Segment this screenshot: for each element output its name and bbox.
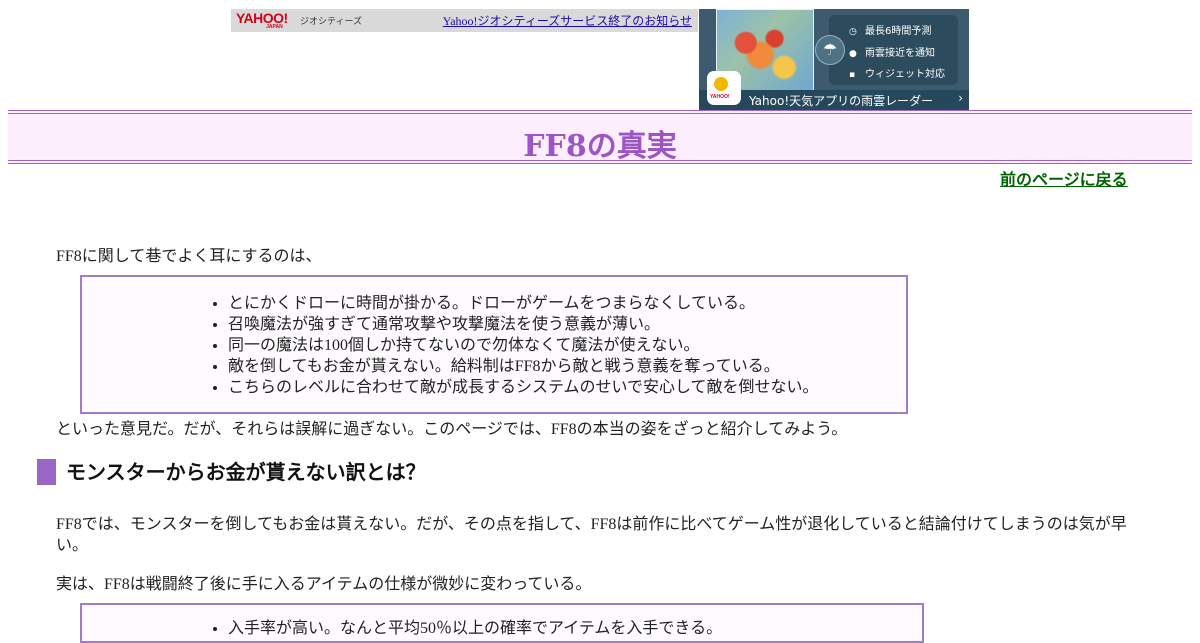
- title-band: FF8の真実: [8, 110, 1192, 164]
- section-heading-bar: [37, 459, 56, 485]
- app-icon-tag: YAHOO!: [710, 94, 730, 100]
- list-item: 敵を倒してもお金が貰えない。給料制はFF8から敵と戦う意義を奪っている。: [228, 356, 906, 377]
- ad-feature-item: ◷ 最長6時間予測: [849, 22, 931, 37]
- items-box: 入手率が高い。なんと平均50％以上の確率でアイテムを入手できる。: [80, 603, 924, 643]
- list-item: とにかくドローに時間が掛かる。ドローがゲームをつまらなくしている。: [228, 293, 906, 314]
- section-heading-text: モンスターからお金が貰えない訳とは？: [66, 460, 426, 484]
- weather-app-ad[interactable]: ☂ ◷ 最長6時間予測 ● 雨雲接近を通知 ▪ ウィジェット対応 YAHOO! Yah…: [699, 9, 969, 110]
- ad-feature-item: ● 雨雲接近を通知: [849, 44, 935, 59]
- geocities-banner: YAHOO! JAPAN ジオシティーズ Yahoo!ジオシティーズサービス終了…: [231, 9, 698, 32]
- ad-feature-item: ▪ ウィジェット対応: [849, 65, 945, 80]
- after-list-text: といった意見だ。だが、それらは誤解に過ぎない。このページでは、FF8の本当の姿を…: [56, 421, 848, 438]
- list-item: こちらのレベルに合わせて敵が成長するシステムのせいで安心して敵を倒せない。: [228, 377, 906, 398]
- clock-icon: ◷: [849, 27, 857, 37]
- section1-paragraph-1: FF8では、モンスターを倒してもお金は貰えない。だが、その点を指して、FF8は前…: [56, 516, 1127, 554]
- page-title: FF8の真実: [523, 129, 677, 164]
- chevron-right-icon: ›: [958, 91, 963, 105]
- intro-text: FF8に関して巷でよく耳にするのは、: [56, 248, 322, 265]
- list-item: 同一の魔法は100個しか持てないので勿体なくて魔法が使えない。: [228, 335, 906, 356]
- complaints-box: とにかくドローに時間が掛かる。ドローがゲームをつまらなくしている。 召喚魔法が強…: [80, 275, 908, 414]
- rain-cloud-icon: ☂: [815, 35, 845, 65]
- list-item: 入手率が高い。なんと平均50％以上の確率でアイテムを入手できる。: [228, 618, 922, 639]
- ad-feature-label: ウィジェット対応: [865, 69, 945, 80]
- ad-bottom-text: Yahoo!天気アプリの雨雲レーダー: [749, 94, 934, 108]
- pin-icon: ●: [849, 49, 857, 59]
- ad-feature-label: 雨雲接近を通知: [865, 48, 935, 59]
- ad-feature-label: 最長6時間予測: [865, 26, 932, 37]
- items-list: 入手率が高い。なんと平均50％以上の確率でアイテムを入手できる。: [82, 605, 922, 639]
- list-item: 召喚魔法が強すぎて通常攻撃や攻撃魔法を使う意義が薄い。: [228, 314, 906, 335]
- complaints-list: とにかくドローに時間が掛かる。ドローがゲームをつまらなくしている。 召喚魔法が強…: [82, 277, 906, 398]
- yahoo-logo[interactable]: YAHOO! JAPAN: [236, 11, 288, 30]
- sun-icon: [714, 77, 728, 91]
- back-to-previous-page-link[interactable]: 前のページに戻る: [1000, 166, 1128, 190]
- service-end-notice-link[interactable]: Yahoo!ジオシティーズサービス終了のお知らせ: [443, 12, 692, 29]
- widget-icon: ▪: [849, 70, 856, 80]
- geocities-service-name: ジオシティーズ: [300, 16, 363, 26]
- weather-app-icon: YAHOO!: [707, 71, 741, 105]
- section1-paragraph-2: 実は、FF8は戦闘終了後に手に入るアイテムの仕様が微妙に変わっている。: [56, 576, 592, 593]
